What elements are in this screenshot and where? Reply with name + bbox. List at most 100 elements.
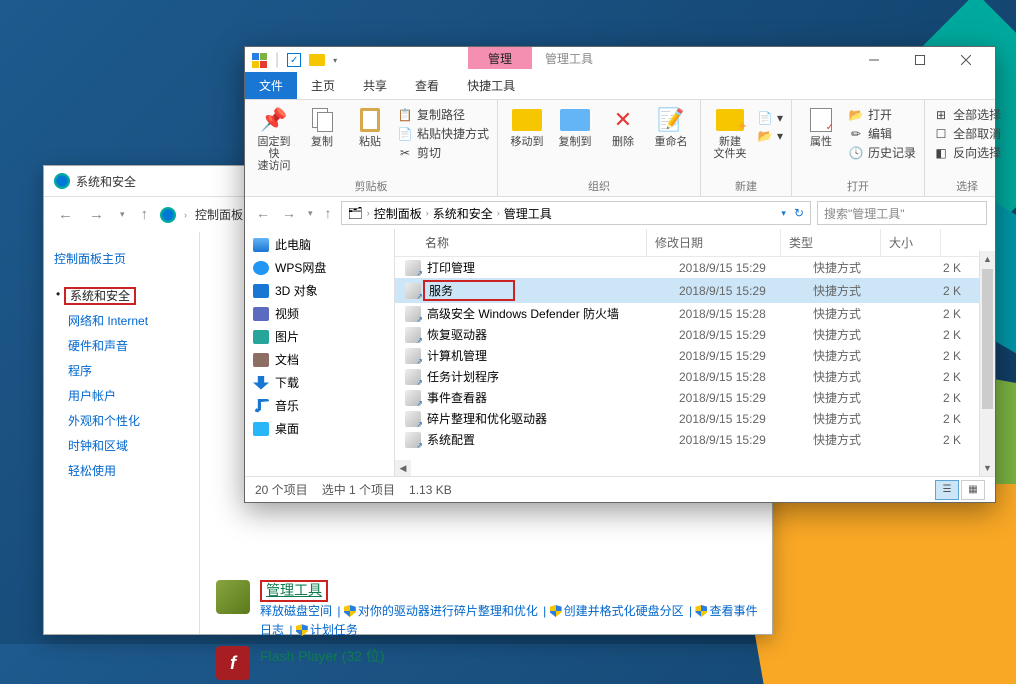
file-date: 2018/9/15 15:29 <box>679 412 813 426</box>
tree-node[interactable]: 桌面 <box>253 417 394 440</box>
nav-forward[interactable]: → <box>279 205 299 221</box>
maximize-button[interactable] <box>897 47 943 73</box>
sidebar-item[interactable]: 轻松使用 <box>54 458 189 483</box>
admin-sublink[interactable]: 计划任务 <box>310 623 358 637</box>
scroll-thumb[interactable] <box>982 269 993 409</box>
scroll-up[interactable]: ▲ <box>980 251 995 267</box>
new-item-button[interactable]: 📄▾ <box>757 110 783 126</box>
admin-tools-link[interactable]: 管理工具 <box>260 580 328 602</box>
sidebar-item[interactable]: 网络和 Internet <box>54 308 189 333</box>
file-name: 任务计划程序 <box>427 368 679 385</box>
tab-home[interactable]: 主页 <box>297 72 349 99</box>
tree-node[interactable]: WPS网盘 <box>253 256 394 279</box>
tree-node[interactable]: 音乐 <box>253 394 394 417</box>
select-all-button[interactable]: ⊞全部选择 <box>933 106 1001 123</box>
recent-dropdown[interactable]: ▾ <box>116 207 129 222</box>
paste-button[interactable]: 粘贴 <box>349 104 391 176</box>
file-list: 名称 修改日期 类型 大小 打印管理2018/9/15 15:29快捷方式2 K… <box>395 229 995 476</box>
vertical-scrollbar[interactable]: ▲ ▼ <box>979 251 995 476</box>
select-invert-button[interactable]: ◧反向选择 <box>933 144 1001 161</box>
easy-access-button[interactable]: 📂▾ <box>757 128 783 144</box>
table-row[interactable]: 任务计划程序2018/9/15 15:28快捷方式2 K <box>395 366 995 387</box>
nav-back[interactable]: ← <box>253 205 273 221</box>
paste-shortcut-button[interactable]: 📄粘贴快捷方式 <box>397 125 489 142</box>
wps-icon <box>253 261 269 275</box>
tree-node[interactable]: 图片 <box>253 325 394 348</box>
edit-button[interactable]: ✏编辑 <box>848 125 916 142</box>
tree-view[interactable]: 此电脑WPS网盘3D 对象视频图片文档下载音乐桌面 <box>245 229 395 476</box>
refresh-button[interactable]: ↻ <box>794 206 804 220</box>
sidebar-item[interactable]: 硬件和声音 <box>54 333 189 358</box>
cut-button[interactable]: ✂剪切 <box>397 144 489 161</box>
table-row[interactable]: 恢复驱动器2018/9/15 15:29快捷方式2 K <box>395 324 995 345</box>
search-input[interactable]: 搜索"管理工具" <box>817 201 987 225</box>
tree-node[interactable]: 下载 <box>253 371 394 394</box>
view-details[interactable]: ☰ <box>935 480 959 500</box>
tab-share[interactable]: 共享 <box>349 72 401 99</box>
column-headers[interactable]: 名称 修改日期 类型 大小 <box>395 229 995 257</box>
view-icons[interactable]: ▦ <box>961 480 985 500</box>
scroll-down[interactable]: ▼ <box>980 460 995 476</box>
admin-sublink[interactable]: 对你的驱动器进行碎片整理和优化 <box>358 604 538 618</box>
sidebar-item[interactable]: 用户帐户 <box>54 383 189 408</box>
group-new-label: 新建 <box>709 176 783 194</box>
file-date: 2018/9/15 15:29 <box>679 284 813 298</box>
flash-link[interactable]: Flash Player (32 位) <box>260 648 384 664</box>
nav-up[interactable]: ↑ <box>322 205 335 221</box>
copy-to-button[interactable]: 复制到 <box>554 104 596 176</box>
move-to-button[interactable]: 移动到 <box>506 104 548 176</box>
tab-file[interactable]: 文件 <box>245 72 297 99</box>
close-button[interactable] <box>943 47 989 73</box>
back-button[interactable]: ← <box>54 204 77 225</box>
admin-sublink[interactable]: 创建并格式化硬盘分区 <box>564 604 684 618</box>
sidebar-item[interactable]: 程序 <box>54 358 189 383</box>
qat-dropdown[interactable]: ▾ <box>333 56 337 65</box>
new-folder-button[interactable]: 新建 文件夹 <box>709 104 751 176</box>
table-row[interactable]: 事件查看器2018/9/15 15:29快捷方式2 K <box>395 387 995 408</box>
context-tab[interactable]: 管理 <box>468 47 532 69</box>
table-row[interactable]: 高级安全 Windows Defender 防火墙2018/9/15 15:28… <box>395 303 995 324</box>
copy-path-button[interactable]: 📋复制路径 <box>397 106 489 123</box>
table-row[interactable]: 服务2018/9/15 15:29快捷方式2 K <box>395 278 995 303</box>
file-name: 碎片整理和优化驱动器 <box>427 410 679 427</box>
delete-button[interactable]: ✕删除 <box>602 104 644 176</box>
table-row[interactable]: 碎片整理和优化驱动器2018/9/15 15:29快捷方式2 K <box>395 408 995 429</box>
col-name[interactable]: 名称 <box>395 229 647 256</box>
history-button[interactable]: 🕓历史记录 <box>848 144 916 161</box>
select-none-button[interactable]: ☐全部取消 <box>933 125 1001 142</box>
table-row[interactable]: 系统配置2018/9/15 15:29快捷方式2 K <box>395 429 995 450</box>
tree-label: 下载 <box>275 374 299 391</box>
tree-node[interactable]: 3D 对象 <box>253 279 394 302</box>
open-button[interactable]: 📂打开 <box>848 106 916 123</box>
sidebar-item[interactable]: 时钟和区域 <box>54 433 189 458</box>
sidebar-item[interactable]: 外观和个性化 <box>54 408 189 433</box>
tree-node[interactable]: 文档 <box>253 348 394 371</box>
col-size[interactable]: 大小 <box>881 229 941 256</box>
tab-quick[interactable]: 快捷工具 <box>453 72 529 99</box>
pin-button[interactable]: 📌固定到快 速访问 <box>253 104 295 176</box>
properties-button[interactable]: 属性 <box>800 104 842 176</box>
col-date[interactable]: 修改日期 <box>647 229 781 256</box>
file-name: 系统配置 <box>427 431 679 448</box>
copy-button[interactable]: 复制 <box>301 104 343 176</box>
admin-sublink[interactable]: 释放磁盘空间 <box>260 604 332 618</box>
forward-button[interactable]: → <box>85 204 108 225</box>
rename-button[interactable]: 📝重命名 <box>650 104 692 176</box>
nav-recent[interactable]: ▾ <box>305 208 316 219</box>
tree-node[interactable]: 此电脑 <box>253 233 394 256</box>
qat-folder-icon[interactable] <box>309 54 325 66</box>
control-panel-home-link[interactable]: 控制面板主页 <box>54 250 189 267</box>
hscroll-left[interactable]: ◀ <box>395 460 411 476</box>
qat-properties[interactable]: ✓ <box>287 53 301 67</box>
music-icon <box>253 399 269 413</box>
sidebar-item[interactable]: 系统和安全 <box>54 283 189 308</box>
table-row[interactable]: 计算机管理2018/9/15 15:29快捷方式2 K <box>395 345 995 366</box>
tab-view[interactable]: 查看 <box>401 72 453 99</box>
path-dropdown[interactable]: ▾ <box>781 208 786 219</box>
tree-node[interactable]: 视频 <box>253 302 394 325</box>
col-type[interactable]: 类型 <box>781 229 881 256</box>
breadcrumb-path[interactable]: 🗂 › 控制面板 › 系统和安全 › 管理工具 ▾ ↻ <box>341 201 811 225</box>
minimize-button[interactable] <box>851 47 897 73</box>
table-row[interactable]: 打印管理2018/9/15 15:29快捷方式2 K <box>395 257 995 278</box>
up-button[interactable]: ↑ <box>137 204 153 225</box>
